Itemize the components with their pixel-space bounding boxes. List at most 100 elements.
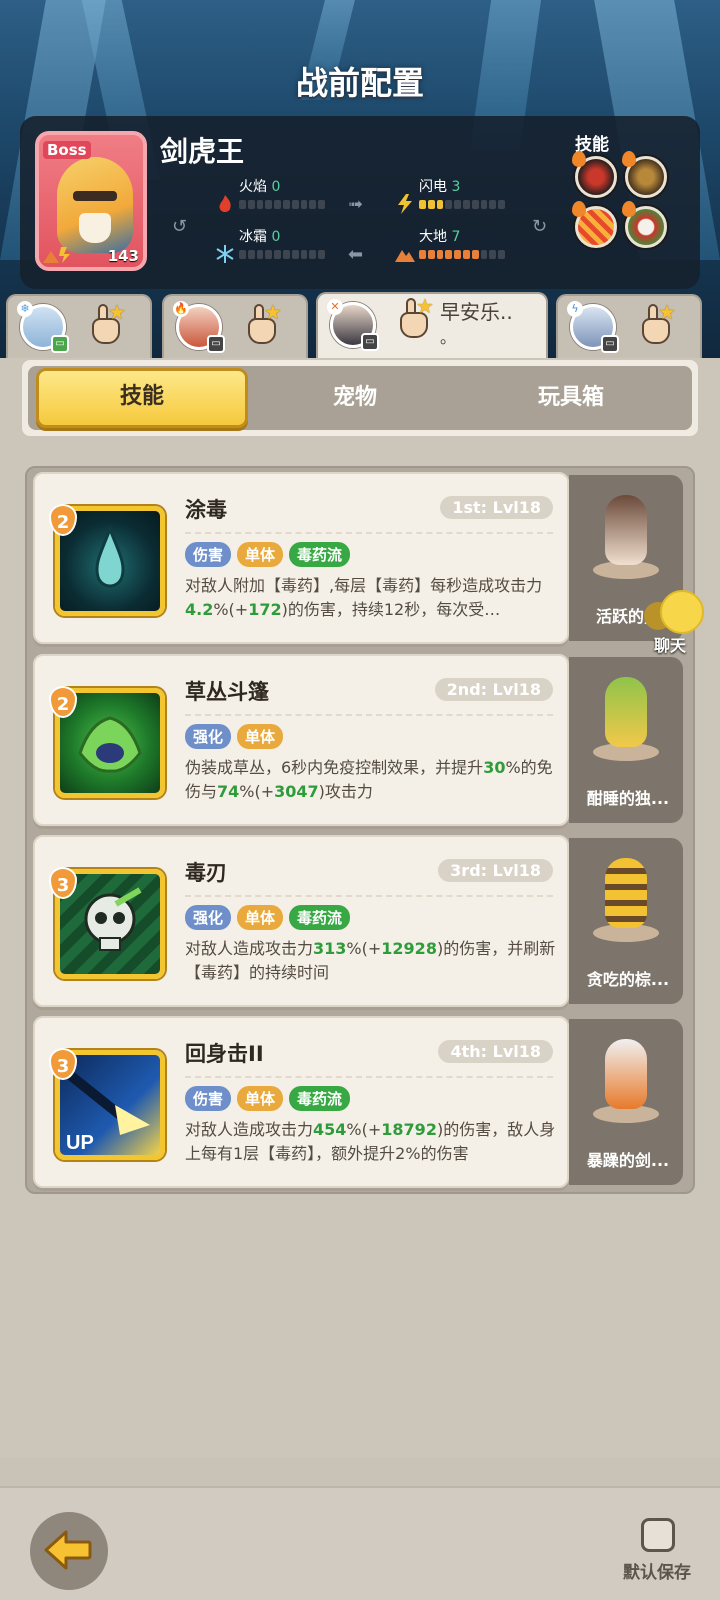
skill-tag: 伤害 <box>185 1086 232 1111</box>
tab-toybox[interactable]: 玩具箱 <box>466 368 676 428</box>
pet-name: 酣睡的独... <box>586 789 670 808</box>
snowflake-icon <box>216 245 234 263</box>
chat-badge-icon: ▭ <box>601 335 619 353</box>
skill-card-3[interactable]: 3 毒刃 3rd: Lvl18 强化 单体 毒药流 对敌人造成攻击力313%(+… <box>33 835 569 1007</box>
skill-tag: 单体 <box>237 1086 284 1111</box>
skill-name: 涂毒 <box>185 498 227 522</box>
chat-button[interactable]: 聊天 <box>640 590 716 656</box>
element-lightning-value: 3 <box>451 179 461 195</box>
pet-slot-2[interactable]: 酣睡的独... <box>569 657 683 823</box>
mountain-icon <box>395 250 415 262</box>
element-frost-label: 冰霜 <box>239 229 267 245</box>
skill-rank: 1st: Lvl18 <box>440 496 553 519</box>
pet-slot-4[interactable]: 暴躁的剑... <box>569 1019 683 1185</box>
element-earth-label: 大地 <box>419 229 447 245</box>
back-button[interactable] <box>30 1512 108 1590</box>
ice-element-icon: ❄ <box>17 301 33 317</box>
chat-badge-icon: ▭ <box>51 335 69 353</box>
sleeping-pet-icon <box>593 677 659 761</box>
boar-pet-icon <box>593 495 659 579</box>
skill-tag: 毒药流 <box>289 1086 351 1111</box>
category-tab-bar: 技能 宠物 玩具箱 <box>22 360 698 436</box>
skill-card-1[interactable]: 2 涂毒 1st: Lvl18 伤害 单体 毒药流 对敌人附加【毒药】,每层【毒… <box>33 472 569 644</box>
hero-name-line2: 。 <box>440 328 457 347</box>
skill-description: 对敌人造成攻击力313%(+12928)的伤害，并刷新【毒药】的持续时间 <box>185 939 556 982</box>
claw-slash-icon[interactable] <box>572 201 617 248</box>
tab-pets[interactable]: 宠物 <box>250 368 460 428</box>
skill-tag: 单体 <box>237 542 284 567</box>
skill-tag: 毒药流 <box>289 905 351 930</box>
element-fire-value: 0 <box>271 179 281 195</box>
hero-avatar: ϟ ▭ <box>567 301 619 353</box>
skill-rank: 2nd: Lvl18 <box>434 678 553 701</box>
skill-tag: 单体 <box>237 724 284 749</box>
skill-tag: 强化 <box>185 905 232 930</box>
lightning-icon <box>398 194 412 214</box>
horned-beast-icon[interactable] <box>622 151 667 198</box>
fanged-mouth-icon[interactable] <box>572 151 617 198</box>
element-earth-value: 7 <box>451 229 461 245</box>
svg-text:UP: UP <box>66 1132 94 1154</box>
fire-element-icon: ✕ <box>327 299 343 315</box>
skill-name: 毒刃 <box>185 861 227 885</box>
skill-name: 回身击II <box>185 1042 264 1066</box>
hero-tab-1[interactable]: ❄ ▭ ★ <box>6 294 152 360</box>
red-white-orb-icon[interactable] <box>622 201 667 248</box>
saber-tiger-face-icon <box>57 157 133 253</box>
skill-tags: 伤害 单体 毒药流 <box>185 542 351 567</box>
element-fire-label: 火焰 <box>239 179 267 195</box>
tap-hand-star-icon: ★ <box>638 300 676 348</box>
hero-tab-2[interactable]: 🔥 ▭ ★ <box>162 294 308 360</box>
tap-hand-star-icon: ★ <box>244 300 282 348</box>
element-frost-value: 0 <box>271 229 281 245</box>
hero-avatar: 🔥 ▭ <box>173 301 225 353</box>
boss-portrait[interactable]: Boss 143 <box>35 131 147 271</box>
default-save-checkbox[interactable] <box>641 1518 675 1552</box>
chat-label: 聊天 <box>654 636 687 655</box>
boss-tag: Boss <box>43 141 91 159</box>
element-lightning-label: 闪电 <box>419 179 447 195</box>
back-arrow-icon <box>44 1530 92 1570</box>
element-earth-bar <box>419 250 505 259</box>
bee-bear-pet-icon <box>593 858 659 942</box>
boss-element-icons <box>43 247 70 263</box>
tap-hand-star-icon: ★ <box>396 294 434 342</box>
swirl-arrow-icon: ↺ <box>172 216 188 237</box>
page-title: 战前配置 <box>295 64 424 102</box>
element-fire-bar <box>239 200 325 209</box>
hero-name: 早安乐.. <box>440 300 513 324</box>
skill-rank: 4th: Lvl18 <box>438 1040 553 1063</box>
boss-name: 剑虎王 <box>160 135 245 168</box>
lightning-element-icon: ϟ <box>567 301 583 317</box>
bottom-bar: 默认保存 <box>0 1486 720 1600</box>
skill-tags: 强化 单体 毒药流 <box>185 905 351 930</box>
pet-name: 暴躁的剑... <box>586 1151 670 1170</box>
fire-element-icon: 🔥 <box>173 301 189 317</box>
skill-tag: 单体 <box>237 905 284 930</box>
hero-tab-4[interactable]: ϟ ▭ ★ <box>556 294 702 360</box>
pet-name: 贪吃的棕... <box>586 970 670 989</box>
pet-slot-3[interactable]: 贪吃的棕... <box>569 838 683 1004</box>
skill-tags: 强化 单体 <box>185 724 284 749</box>
skill-card-4[interactable]: 3 UP 回身击II 4th: Lvl18 伤害 单体 毒药流 对敌人造成攻击力… <box>33 1016 569 1188</box>
hero-avatar: ✕ ▭ <box>327 299 379 351</box>
chat-badge-icon: ▭ <box>207 335 225 353</box>
skill-tag: 毒药流 <box>289 542 351 567</box>
skill-card-2[interactable]: 2 草丛斗篷 2nd: Lvl18 强化 单体 伪装成草丛，6秒内免疫控制效果，… <box>33 654 569 826</box>
hero-tab-3-selected[interactable]: ✕ ▭ ★ 早安乐.. 。 <box>316 292 548 360</box>
skill-description: 对敌人造成攻击力454%(+18792)的伤害，敌人身上每有1层【毒药】，额外提… <box>185 1120 556 1163</box>
tab-skills[interactable]: 技能 <box>36 368 248 428</box>
skill-rank: 3rd: Lvl18 <box>438 859 553 882</box>
skill-description: 伪装成草丛，6秒内免疫控制效果，并提升30%的免伤与74%(+3047)攻击力 <box>185 758 553 801</box>
chat-face-icon <box>660 590 704 634</box>
skill-description: 对敌人附加【毒药】,每层【毒药】每秒造成攻击力4.2%(+172)的伤害，持续1… <box>185 576 543 619</box>
skill-tags: 伤害 单体 毒药流 <box>185 1086 351 1111</box>
skill-name: 草丛斗篷 <box>185 680 269 704</box>
angry-cat-pet-icon <box>593 1039 659 1123</box>
boss-info-panel: Boss 143 剑虎王 火焰 0 闪电 3 冰霜 0 大地 7 ↺ ➟ ⬅ ↻… <box>20 116 700 289</box>
element-lightning-bar <box>419 200 505 209</box>
skill-tag: 伤害 <box>185 542 232 567</box>
swirl-arrow-icon: ⬅ <box>348 244 364 265</box>
swirl-arrow-icon: ➟ <box>348 194 364 215</box>
skill-tag: 强化 <box>185 724 232 749</box>
